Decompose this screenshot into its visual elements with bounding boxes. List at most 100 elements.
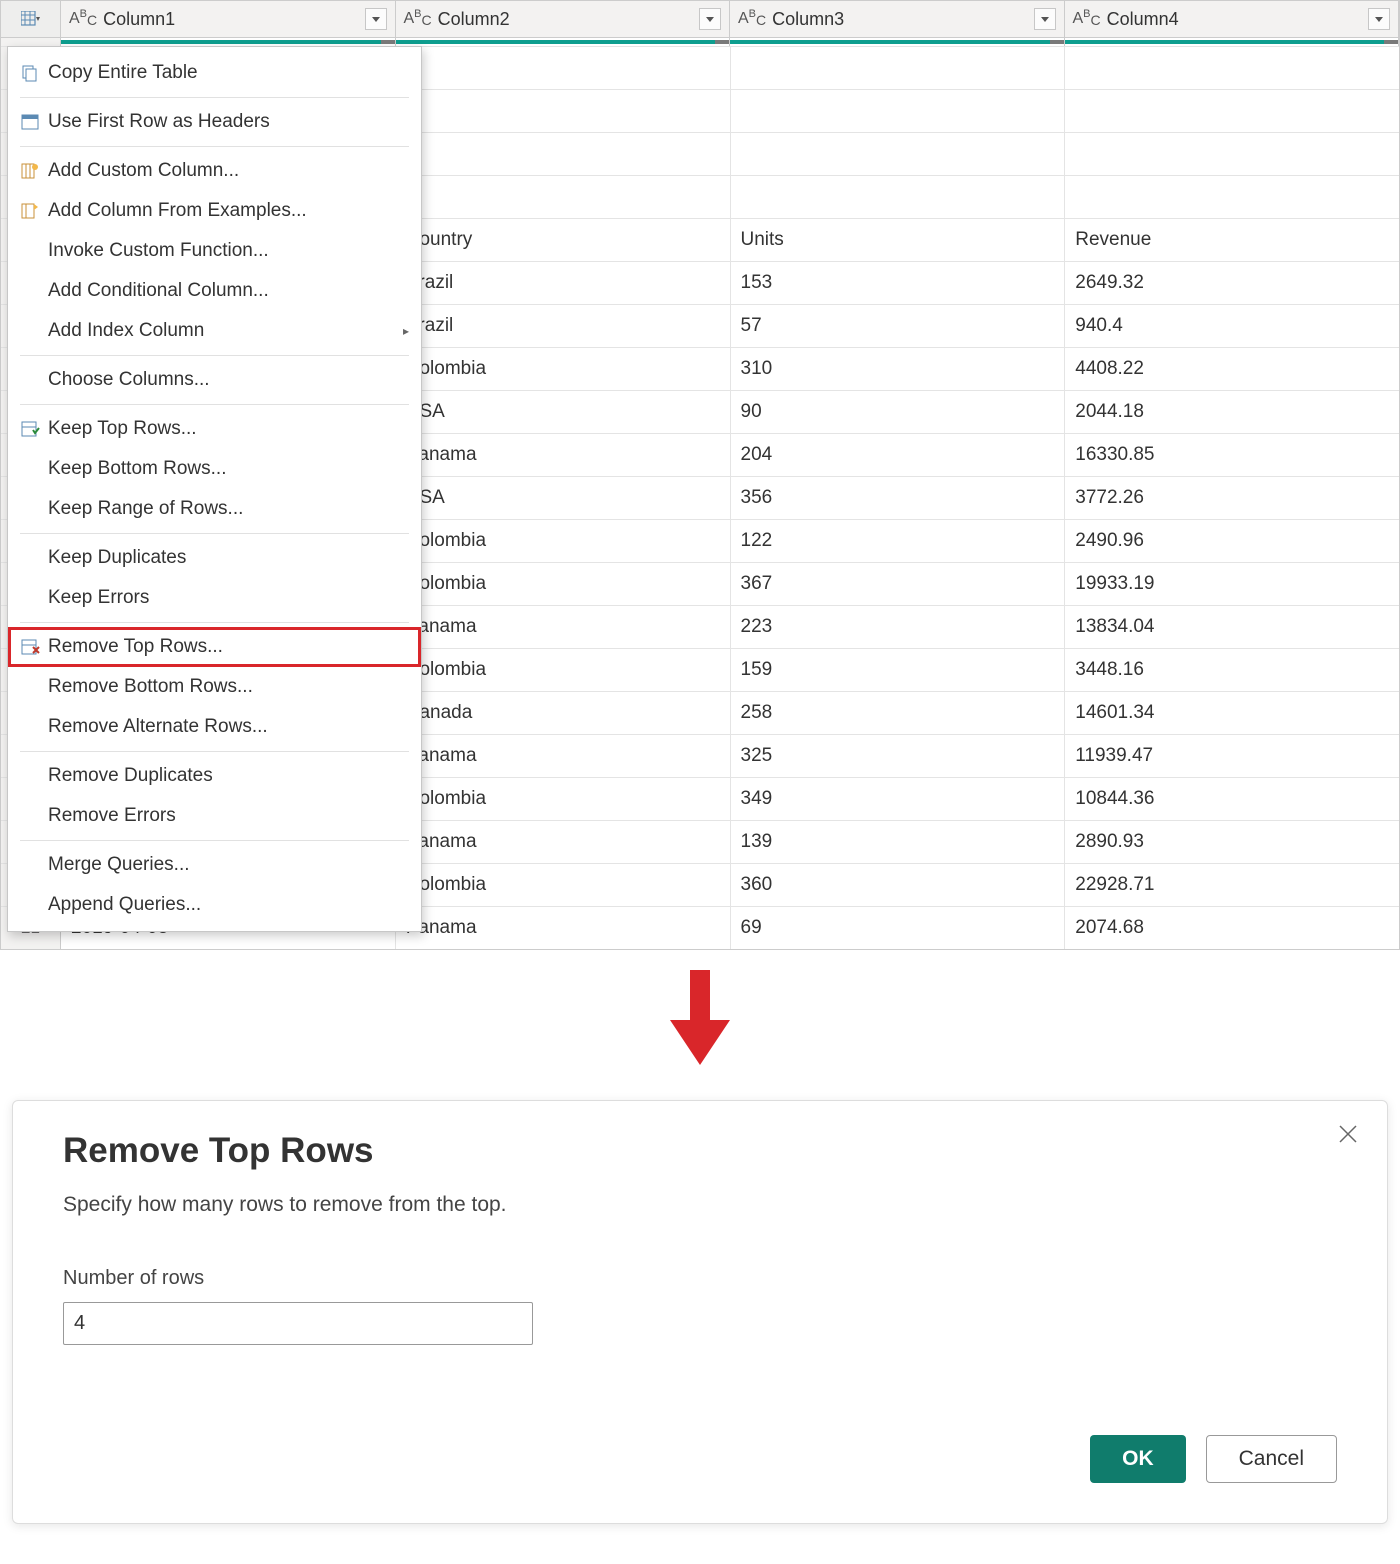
menu-item-keep-range-of-rows[interactable]: Keep Range of Rows... — [8, 489, 421, 529]
cell[interactable]: 3772.26 — [1065, 477, 1399, 519]
cell[interactable]: USA — [396, 477, 731, 519]
menu-item-keep-duplicates[interactable]: Keep Duplicates — [8, 538, 421, 578]
menu-item-append-queries[interactable]: Append Queries... — [8, 885, 421, 925]
cell[interactable]: 14601.34 — [1065, 692, 1399, 734]
cell[interactable]: 122 — [731, 520, 1066, 562]
cell[interactable] — [731, 47, 1066, 89]
cell[interactable]: 10844.36 — [1065, 778, 1399, 820]
column-header-3[interactable]: ABC Column3 — [730, 1, 1065, 37]
cell[interactable]: 19933.19 — [1065, 563, 1399, 605]
cell[interactable]: 69 — [731, 907, 1066, 949]
cell[interactable]: 310 — [731, 348, 1066, 390]
menu-item-remove-top-rows[interactable]: Remove Top Rows... — [8, 627, 421, 667]
cell[interactable] — [731, 133, 1066, 175]
cell[interactable]: Brazil — [396, 262, 731, 304]
cell[interactable]: 356 — [731, 477, 1066, 519]
menu-item-add-conditional-column[interactable]: Add Conditional Column... — [8, 271, 421, 311]
close-button[interactable] — [1337, 1123, 1359, 1150]
menu-item-merge-queries[interactable]: Merge Queries... — [8, 845, 421, 885]
menu-item-label: Use First Row as Headers — [48, 111, 409, 133]
cell[interactable]: 57 — [731, 305, 1066, 347]
menu-item-copy-entire-table[interactable]: Copy Entire Table — [8, 53, 421, 93]
column-header-1[interactable]: ABC Column1 — [61, 1, 396, 37]
menu-item-keep-top-rows[interactable]: Keep Top Rows... — [8, 409, 421, 449]
filter-dropdown[interactable] — [365, 8, 387, 30]
cell[interactable]: Panama — [396, 735, 731, 777]
ok-button[interactable]: OK — [1090, 1435, 1186, 1483]
filter-dropdown[interactable] — [1368, 8, 1390, 30]
cell[interactable]: Colombia — [396, 563, 731, 605]
cell[interactable]: 90 — [731, 391, 1066, 433]
cell[interactable]: 2490.96 — [1065, 520, 1399, 562]
column-header-2[interactable]: ABC Column2 — [396, 1, 731, 37]
menu-item-remove-bottom-rows[interactable]: Remove Bottom Rows... — [8, 667, 421, 707]
cell[interactable]: 139 — [731, 821, 1066, 863]
cell[interactable]: 325 — [731, 735, 1066, 777]
cell[interactable]: 204 — [731, 434, 1066, 476]
cell[interactable]: Canada — [396, 692, 731, 734]
text-type-icon: ABC — [738, 10, 766, 28]
cell[interactable] — [731, 176, 1066, 218]
cell[interactable] — [396, 133, 731, 175]
table-menu-button[interactable] — [1, 1, 61, 37]
cell[interactable]: 2074.68 — [1065, 907, 1399, 949]
cell[interactable]: Panama — [396, 434, 731, 476]
cell[interactable]: USA — [396, 391, 731, 433]
menu-item-add-column-from-examples[interactable]: Add Column From Examples... — [8, 191, 421, 231]
cell[interactable]: 153 — [731, 262, 1066, 304]
menu-item-keep-bottom-rows[interactable]: Keep Bottom Rows... — [8, 449, 421, 489]
cell[interactable]: 13834.04 — [1065, 606, 1399, 648]
cell[interactable] — [1065, 176, 1399, 218]
cell[interactable] — [396, 47, 731, 89]
cell[interactable] — [731, 90, 1066, 132]
cell[interactable] — [1065, 133, 1399, 175]
cell[interactable]: 16330.85 — [1065, 434, 1399, 476]
cell[interactable]: Colombia — [396, 348, 731, 390]
cell[interactable]: Colombia — [396, 864, 731, 906]
cell[interactable]: Country — [396, 219, 731, 261]
cell[interactable] — [1065, 90, 1399, 132]
filter-dropdown[interactable] — [1034, 8, 1056, 30]
menu-item-remove-errors[interactable]: Remove Errors — [8, 796, 421, 836]
cell[interactable]: Panama — [396, 821, 731, 863]
cell[interactable]: 11939.47 — [1065, 735, 1399, 777]
cell[interactable]: 223 — [731, 606, 1066, 648]
cell[interactable]: Panama — [396, 606, 731, 648]
cell[interactable]: 360 — [731, 864, 1066, 906]
cell[interactable]: 258 — [731, 692, 1066, 734]
cell[interactable] — [396, 176, 731, 218]
cell[interactable]: 2044.18 — [1065, 391, 1399, 433]
cell[interactable]: 159 — [731, 649, 1066, 691]
cell[interactable] — [1065, 47, 1399, 89]
menu-item-add-index-column[interactable]: Add Index Column▸ — [8, 311, 421, 351]
cell[interactable]: 2890.93 — [1065, 821, 1399, 863]
cell[interactable]: 22928.71 — [1065, 864, 1399, 906]
cell[interactable]: Brazil — [396, 305, 731, 347]
menu-item-keep-errors[interactable]: Keep Errors — [8, 578, 421, 618]
cancel-button[interactable]: Cancel — [1206, 1435, 1337, 1483]
menu-item-choose-columns[interactable]: Choose Columns... — [8, 360, 421, 400]
column-header-4[interactable]: ABC Column4 — [1065, 1, 1400, 37]
cell[interactable]: 940.4 — [1065, 305, 1399, 347]
cell[interactable]: 367 — [731, 563, 1066, 605]
cell[interactable]: Colombia — [396, 520, 731, 562]
cell[interactable]: 2649.32 — [1065, 262, 1399, 304]
menu-item-add-custom-column[interactable]: Add Custom Column... — [8, 151, 421, 191]
menu-item-use-first-row-as-headers[interactable]: Use First Row as Headers — [8, 102, 421, 142]
menu-item-label: Remove Alternate Rows... — [48, 716, 409, 738]
filter-dropdown[interactable] — [699, 8, 721, 30]
cell[interactable]: Units — [731, 219, 1066, 261]
menu-item-remove-alternate-rows[interactable]: Remove Alternate Rows... — [8, 707, 421, 747]
menu-item-invoke-custom-function[interactable]: Invoke Custom Function... — [8, 231, 421, 271]
cell[interactable]: Revenue — [1065, 219, 1399, 261]
number-of-rows-input[interactable] — [63, 1302, 533, 1345]
menu-item-remove-duplicates[interactable]: Remove Duplicates — [8, 756, 421, 796]
cell[interactable]: 3448.16 — [1065, 649, 1399, 691]
cell[interactable]: 4408.22 — [1065, 348, 1399, 390]
cell[interactable] — [396, 90, 731, 132]
cell[interactable]: 349 — [731, 778, 1066, 820]
cell[interactable]: Panama — [396, 907, 731, 949]
cell[interactable]: Colombia — [396, 649, 731, 691]
menu-item-label: Remove Errors — [48, 805, 409, 827]
cell[interactable]: Colombia — [396, 778, 731, 820]
